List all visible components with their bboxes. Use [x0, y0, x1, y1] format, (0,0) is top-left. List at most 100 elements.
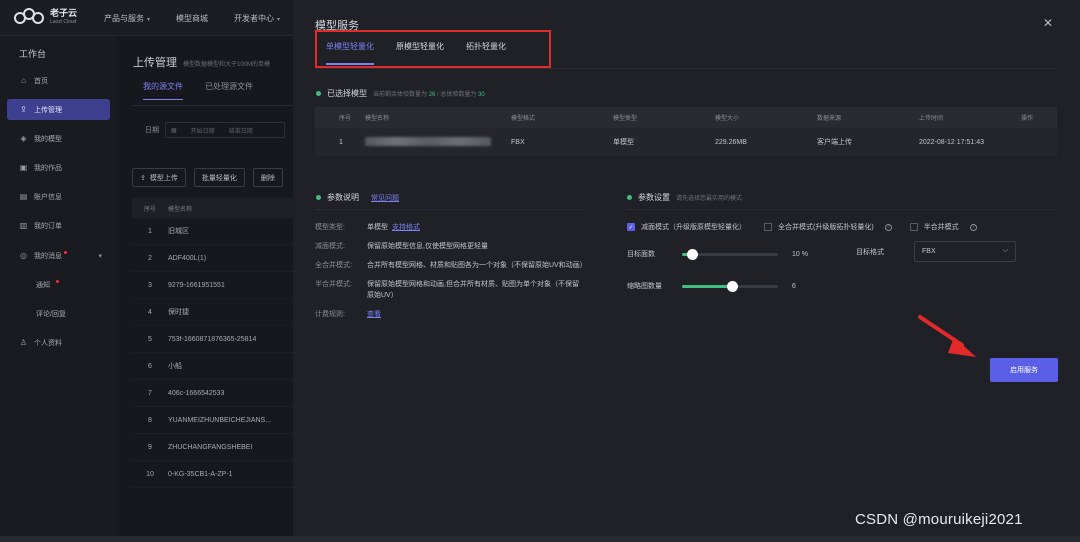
- supported-formats-link[interactable]: 支持格式: [392, 224, 420, 231]
- target-format-select[interactable]: FBX ⌵: [914, 241, 1016, 262]
- table-row[interactable]: 6 小船: [132, 353, 293, 380]
- row-no: 1: [339, 138, 343, 146]
- sidebar-item-orders[interactable]: ▥ 我的订单: [7, 215, 110, 236]
- header-source: 数据来源: [817, 116, 842, 122]
- mode-label: 减面模式（升级版原模型轻量化）: [641, 224, 746, 231]
- mode-full-merge-checkbox[interactable]: 全合并模式(升级版拓扑轻量化) ?: [764, 222, 892, 232]
- works-icon: ▣: [19, 163, 28, 172]
- sidebar-item-label: 评论/回复: [36, 310, 66, 318]
- row-source: 客户端上传: [817, 139, 852, 146]
- date-end-placeholder: 结束日期: [228, 128, 253, 135]
- delete-button[interactable]: 删除: [252, 168, 283, 187]
- selected-models-table: 序号 模型名称 模型格式 模型类型 模型大小 数据来源 上传时间 操作 1 FB…: [315, 107, 1057, 156]
- tab-divider: [315, 68, 1057, 69]
- mode-label: 半合并模式: [923, 224, 959, 231]
- row-name: ZHUCHANGFANGSHEBEI: [168, 443, 253, 451]
- sidebar-item-home[interactable]: ⌂ 首页: [7, 70, 110, 91]
- sidebar-item-my-models[interactable]: ◈ 我的模型: [7, 128, 110, 149]
- row-upload-time: 2022-08-12 17:51:43: [919, 138, 984, 146]
- tab-my-source-files[interactable]: 我的源文件: [143, 81, 183, 100]
- mode-half-merge-checkbox[interactable]: 半合并模式 ?: [909, 222, 977, 232]
- selected-models-heading: 已选择模型 当前剩余体验数量为 26 / 总体验数量为 30: [316, 88, 485, 99]
- message-icon: ◎: [20, 251, 27, 260]
- batch-lightweight-button[interactable]: 批量轻量化: [193, 168, 245, 187]
- target-faces-slider[interactable]: [682, 248, 778, 260]
- checkbox-icon: [909, 223, 918, 231]
- faq-link[interactable]: 常见问题: [371, 193, 399, 203]
- param-label: 全合并模式:: [315, 262, 352, 269]
- table-row[interactable]: 4 保时捷: [132, 299, 293, 326]
- nav-products[interactable]: 产品与服务 ▾: [104, 13, 150, 24]
- sidebar-item-notifications[interactable]: 通知: [7, 274, 110, 295]
- model-service-dialog: 模型服务 ✕ 单模型轻量化 原模型轻量化 拓扑轻量化 已选择模型 当前剩余体验数…: [293, 0, 1080, 540]
- table-row[interactable]: 9 ZHUCHANGFANGSHEBEI: [132, 434, 293, 461]
- bottom-scrollbar[interactable]: [0, 536, 1080, 542]
- thumbnails-label: 缩略图数量: [627, 283, 662, 290]
- status-dot: [627, 195, 632, 200]
- target-format-label: 目标格式: [856, 249, 884, 256]
- slider-handle[interactable]: [726, 280, 738, 292]
- row-name: 旧城区: [168, 228, 189, 235]
- help-icon[interactable]: ?: [884, 223, 892, 231]
- model-upload-label: 模型上传: [149, 174, 178, 182]
- date-start-placeholder: 开始日期: [190, 128, 215, 135]
- quota-mid: / 总体验数量为: [437, 92, 477, 98]
- billing-view-link[interactable]: 查看: [367, 311, 381, 318]
- sidebar-item-my-works[interactable]: ▣ 我的作品: [7, 157, 110, 178]
- table-row[interactable]: 2 ADF400L(1): [132, 245, 293, 272]
- section-subtitle: 请先选择您最实用的模式: [676, 196, 743, 202]
- row-type: 单模型: [613, 139, 634, 146]
- header-no: 序号: [339, 116, 352, 122]
- checkbox-checked-icon: ✓: [627, 223, 635, 231]
- table-row[interactable]: 8 YUANMEIZHUNBEICHEJIANS...: [132, 407, 293, 434]
- start-service-button[interactable]: 启用服务: [990, 358, 1058, 382]
- nav-developer[interactable]: 开发者中心 ▾: [234, 13, 280, 24]
- sidebar-item-account[interactable]: ▤ 账户信息: [7, 186, 110, 207]
- close-icon[interactable]: ✕: [1043, 16, 1053, 30]
- quota-remaining: 26: [428, 92, 436, 98]
- mode-label: 全合并模式(升级版拓扑轻量化): [778, 224, 874, 231]
- table-row[interactable]: 1 旧城区: [132, 218, 293, 245]
- param-half-merge: 半合并模式: 保留原始模型网格和动画,但合并所有材质、贴图为单个对象（不保留原始…: [315, 279, 585, 301]
- table-row[interactable]: 5 753f-1660871876365-25814: [132, 326, 293, 353]
- mode-reduce-checkbox[interactable]: ✓ 减面模式（升级版原模型轻量化）: [627, 222, 746, 232]
- quota-prefix: 当前剩余体验数量为: [373, 92, 428, 98]
- chevron-down-icon: ▾: [147, 17, 151, 23]
- slider-handle[interactable]: [686, 248, 698, 260]
- table-row[interactable]: 10 0-KG-35CB1-A-ZP-1: [132, 461, 293, 488]
- sidebar-item-messages[interactable]: ◎ 我的消息 ▾: [7, 245, 110, 266]
- quota-total: 30: [478, 92, 485, 98]
- unread-dot: [64, 251, 67, 254]
- order-icon: ▥: [19, 221, 28, 230]
- sidebar-item-label: 上传管理: [34, 106, 62, 114]
- row-name: 9279-1661951551: [168, 281, 225, 289]
- param-label: 减面模式:: [315, 243, 345, 250]
- nav-developer-label: 开发者中心: [234, 14, 275, 23]
- help-icon[interactable]: ?: [969, 223, 977, 231]
- header-size: 模型大小: [715, 116, 740, 122]
- row-no: 3: [148, 281, 152, 289]
- tab-processed-files[interactable]: 已处理源文件: [205, 81, 253, 100]
- date-range-picker[interactable]: ▦ 开始日期 结束日期: [165, 122, 285, 138]
- sidebar-item-profile[interactable]: ♙ 个人资料: [7, 332, 110, 353]
- selected-format: FBX: [922, 248, 936, 255]
- sidebar-item-label: 通知: [36, 281, 50, 289]
- param-value: 查看: [367, 309, 381, 320]
- nav-model-mall-label: 模型商城: [176, 14, 209, 23]
- blurred-name: [365, 136, 491, 146]
- table-row[interactable]: 3 9279-1661951551: [132, 272, 293, 299]
- date-label: 日期: [145, 127, 159, 134]
- table-row[interactable]: 7 406c-1666542533: [132, 380, 293, 407]
- model-upload-button[interactable]: ⇪ 模型上传: [132, 168, 186, 187]
- site-logo[interactable]: 老子云 Laozi Cloud: [14, 7, 77, 27]
- sidebar-item-comments[interactable]: 评论/回复: [7, 303, 110, 324]
- header-model-name: 模型名称: [365, 116, 390, 122]
- status-dot: [316, 195, 321, 200]
- sidebar-item-upload[interactable]: ⇪ 上传管理: [7, 99, 110, 120]
- nav-model-mall[interactable]: 模型商城: [176, 13, 208, 24]
- thumbnails-row: 缩略图数量 6: [627, 280, 796, 292]
- cube-icon: ◈: [20, 134, 27, 143]
- row-model-name: [365, 136, 511, 148]
- divider: [626, 209, 1057, 210]
- thumbnails-slider[interactable]: [682, 280, 778, 292]
